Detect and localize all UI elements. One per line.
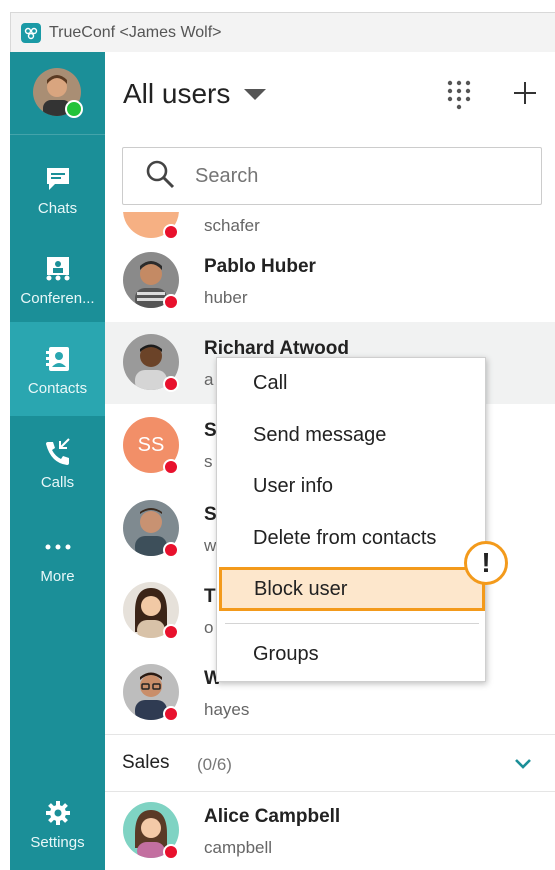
- avatar-initials: SS: [137, 433, 165, 456]
- conference-icon: [44, 252, 72, 286]
- menu-item-user-info[interactable]: User info: [253, 475, 333, 498]
- trueconf-logo-icon: [21, 22, 41, 43]
- contact-name: S: [204, 420, 217, 441]
- sidebar-item-conferences[interactable]: Conferen...: [10, 232, 105, 326]
- contact-login: huber: [204, 288, 248, 307]
- chat-icon: [44, 162, 72, 196]
- contact-name: T: [204, 586, 216, 607]
- sidebar-item-label: Calls: [40, 473, 75, 491]
- sidebar-item-chats[interactable]: Chats: [10, 142, 105, 236]
- chevron-down-icon[interactable]: [511, 751, 535, 780]
- sidebar-divider: [10, 134, 105, 135]
- contact-name: Alice Campbell: [204, 806, 341, 827]
- user-list-selector[interactable]: All users: [123, 78, 267, 110]
- more-dots-icon: [43, 530, 73, 564]
- status-badge: [163, 294, 179, 310]
- title-bar: TrueConf <James Wolf>: [10, 12, 555, 52]
- add-contact-button[interactable]: [513, 78, 537, 110]
- status-badge: [163, 459, 179, 475]
- contact-context-menu: Call Send message User info Delete from …: [216, 357, 486, 682]
- contact-login: o: [204, 618, 214, 637]
- list-item[interactable]: Pablo Huber huber: [105, 240, 555, 322]
- status-badge: [163, 224, 179, 240]
- contact-login: s: [204, 452, 213, 471]
- sidebar-item-label: Conferen...: [20, 289, 95, 307]
- group-count: (0/6): [197, 755, 232, 774]
- status-badge: [163, 542, 179, 558]
- search-icon: [145, 159, 175, 194]
- calls-icon: [43, 436, 73, 470]
- menu-item-label: Block user: [254, 578, 348, 600]
- list-item[interactable]: Alice Campbell campbell: [105, 794, 555, 870]
- sidebar-item-label: Chats: [37, 199, 78, 217]
- menu-item-block-user[interactable]: Block user: [219, 567, 485, 611]
- contact-login: campbell: [204, 838, 273, 857]
- menu-item-call[interactable]: Call: [253, 372, 287, 395]
- attention-marker: !: [464, 541, 508, 585]
- contact-login: schafer: [204, 216, 260, 235]
- sidebar-item-contacts[interactable]: Contacts: [10, 322, 105, 416]
- page-title: All users: [123, 78, 231, 109]
- menu-item-delete-from-contacts[interactable]: Delete from contacts: [253, 527, 436, 550]
- menu-item-send-message[interactable]: Send message: [253, 424, 386, 447]
- group-name: Sales: [122, 752, 170, 773]
- menu-divider: [225, 623, 479, 624]
- status-badge: [163, 706, 179, 722]
- window-title: TrueConf <James Wolf>: [49, 23, 222, 41]
- status-badge: [163, 624, 179, 640]
- contact-login: hayes: [204, 700, 250, 719]
- menu-item-groups[interactable]: Groups: [253, 643, 319, 666]
- sidebar-item-label: More: [40, 567, 75, 585]
- sidebar: Chats Conferen... Contacts Calls More Se…: [10, 52, 105, 870]
- sidebar-item-label: Contacts: [27, 379, 88, 397]
- sidebar-item-label: Settings: [30, 833, 85, 851]
- dialpad-icon[interactable]: [447, 80, 471, 115]
- gear-icon: [44, 796, 72, 830]
- group-header-sales[interactable]: Sales (0/6): [105, 734, 555, 792]
- search-input[interactable]: [195, 164, 495, 188]
- sidebar-item-more[interactable]: More: [10, 510, 105, 604]
- sidebar-item-settings[interactable]: Settings: [10, 776, 105, 870]
- contact-name: Pablo Huber: [204, 256, 316, 277]
- online-status-indicator: [65, 100, 83, 118]
- contact-login: w: [204, 536, 217, 555]
- caret-down-icon: [244, 88, 267, 100]
- contacts-icon: [44, 342, 72, 376]
- contact-name: S: [204, 504, 217, 525]
- status-badge: [163, 844, 179, 860]
- sidebar-item-calls[interactable]: Calls: [10, 416, 105, 510]
- contact-login: a: [204, 370, 214, 389]
- status-badge: [163, 376, 179, 392]
- search-box[interactable]: [122, 147, 542, 205]
